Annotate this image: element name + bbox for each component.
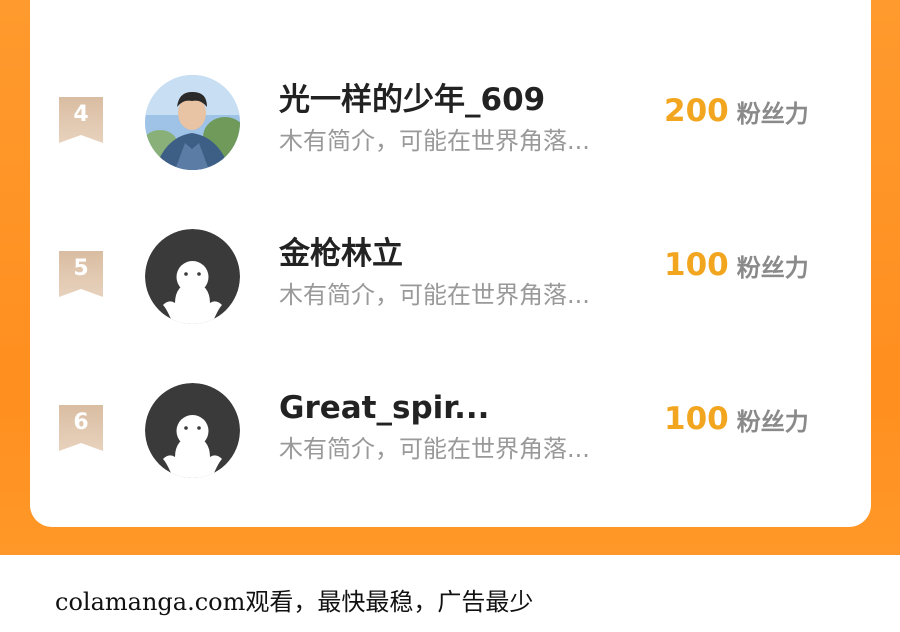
rank-badge: 5 bbox=[59, 251, 103, 297]
fan-score: 100 粉丝力 bbox=[664, 401, 809, 437]
score-value: 200 bbox=[664, 93, 729, 129]
user-bio: 木有简介，可能在世界角落... bbox=[279, 127, 590, 155]
rank-number: 5 bbox=[73, 256, 89, 281]
ranking-row[interactable]: 4 光一样的少年_609 木有简介，可能在世界角落... 200 粉丝力 bbox=[30, 65, 871, 170]
default-avatar-icon bbox=[145, 229, 240, 324]
user-avatar[interactable] bbox=[145, 229, 240, 324]
user-avatar[interactable] bbox=[145, 75, 240, 170]
user-avatar[interactable] bbox=[145, 383, 240, 478]
score-label: 粉丝力 bbox=[736, 253, 809, 282]
score-value: 100 bbox=[664, 401, 729, 437]
rank-badge: 6 bbox=[59, 405, 103, 451]
user-name[interactable]: Great_spir... bbox=[279, 389, 489, 427]
score-value: 100 bbox=[664, 247, 729, 283]
default-avatar-icon bbox=[145, 383, 240, 478]
rank-number: 6 bbox=[73, 410, 89, 435]
user-bio: 木有简介，可能在世界角落... bbox=[279, 281, 590, 309]
user-name[interactable]: 光一样的少年_609 bbox=[279, 81, 545, 119]
ranking-row[interactable]: 5 金枪林立 木有简介，可能在世界角落... 100 粉丝力 bbox=[30, 219, 871, 324]
fan-ranking-card: 4 光一样的少年_609 木有简介，可能在世界角落... 200 粉丝力 5 金… bbox=[30, 0, 871, 527]
user-name[interactable]: 金枪林立 bbox=[279, 235, 403, 273]
ranking-row[interactable]: 6 Great_spir... 木有简介，可能在世界角落... 100 粉丝力 bbox=[30, 373, 871, 478]
score-label: 粉丝力 bbox=[736, 99, 809, 128]
fan-score: 100 粉丝力 bbox=[664, 247, 809, 283]
fan-score: 200 粉丝力 bbox=[664, 93, 809, 129]
rank-number: 4 bbox=[73, 102, 89, 127]
score-label: 粉丝力 bbox=[736, 407, 809, 436]
user-bio: 木有简介，可能在世界角落... bbox=[279, 435, 590, 463]
watermark-footer-text: colamanga.com观看，最快最稳，广告最少 bbox=[55, 588, 534, 616]
page: 4 光一样的少年_609 木有简介，可能在世界角落... 200 粉丝力 5 金… bbox=[0, 0, 900, 632]
rank-badge: 4 bbox=[59, 97, 103, 143]
photo-avatar-icon bbox=[145, 75, 240, 170]
